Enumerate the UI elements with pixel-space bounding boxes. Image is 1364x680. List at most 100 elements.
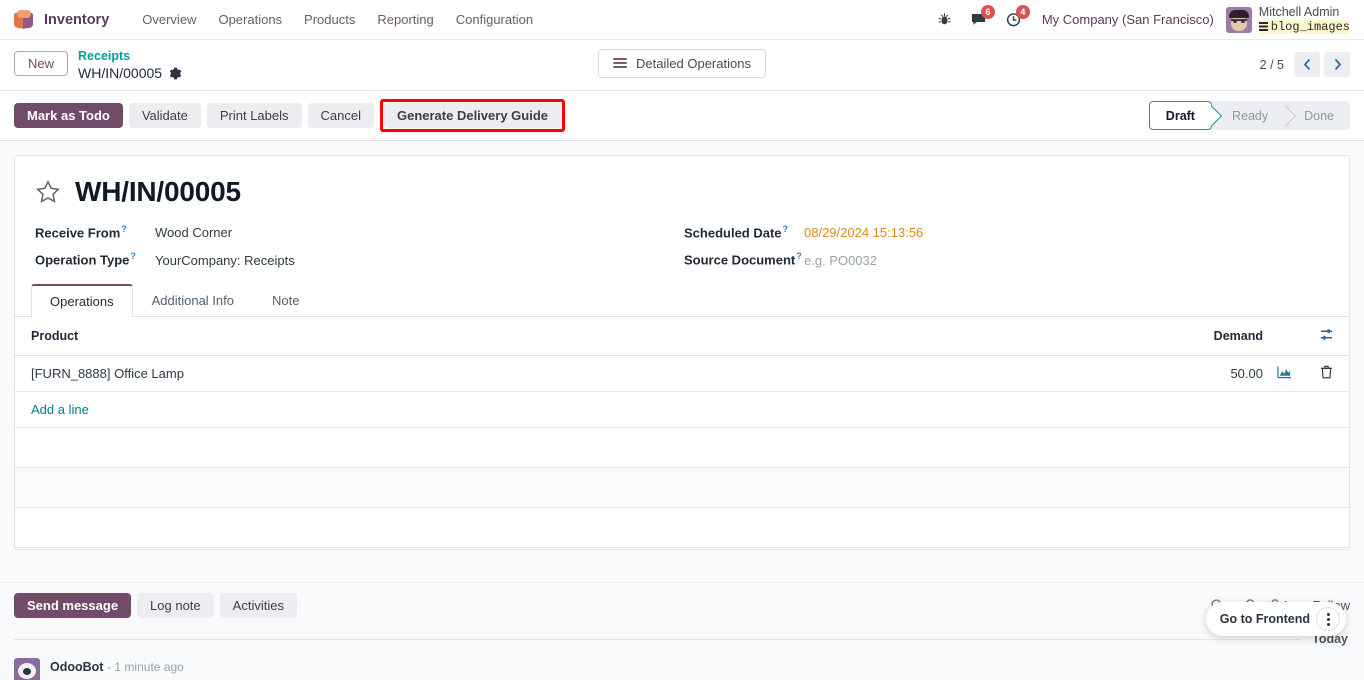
- cell-product[interactable]: [FURN_8888] Office Lamp: [15, 355, 897, 392]
- pager: 2 / 5: [1260, 46, 1350, 77]
- empty-row: [15, 428, 1349, 468]
- field-source-document: Source Document? e.g. PO0032: [684, 251, 1333, 267]
- pager-previous-button[interactable]: [1294, 52, 1320, 77]
- app-name[interactable]: Inventory: [44, 12, 109, 28]
- breadcrumb-current-label: WH/IN/00005: [78, 64, 163, 81]
- field-scheduled-date: Scheduled Date? 08/29/2024 15:13:56: [684, 224, 1333, 240]
- column-header-demand: Demand: [896, 316, 1269, 356]
- validate-button[interactable]: Validate: [128, 103, 201, 129]
- log-note-button[interactable]: Log note: [137, 593, 214, 619]
- user-menu[interactable]: Mitchell Admin blog_images: [1225, 4, 1354, 36]
- go-to-frontend-button[interactable]: Go to Frontend: [1220, 612, 1310, 626]
- odoobot-avatar: [14, 658, 40, 680]
- print-labels-button[interactable]: Print Labels: [206, 103, 302, 129]
- help-icon[interactable]: ?: [796, 251, 802, 261]
- chatter-message: OdooBot - 1 minute ago Transfer created: [14, 658, 1350, 680]
- new-button[interactable]: New: [14, 51, 69, 76]
- help-icon[interactable]: ?: [121, 224, 127, 234]
- cancel-button[interactable]: Cancel: [307, 103, 374, 129]
- status-bar: Draft Ready Done: [1148, 101, 1350, 131]
- database-name: blog_images: [1258, 19, 1350, 34]
- list-icon: [613, 58, 628, 68]
- field-label-source-document: Source Document?: [684, 251, 802, 268]
- bug-icon[interactable]: [929, 8, 960, 31]
- kebab-menu-icon[interactable]: [1316, 607, 1340, 631]
- pager-next-button[interactable]: [1324, 52, 1350, 77]
- field-label-scheduled-date: Scheduled Date?: [684, 224, 789, 241]
- field-value-receive-from[interactable]: Wood Corner: [155, 225, 232, 240]
- empty-row: [15, 508, 1349, 548]
- message-body: OdooBot - 1 minute ago Transfer created: [50, 658, 184, 680]
- tab-note[interactable]: Note: [253, 284, 318, 317]
- breadcrumb: Receipts WH/IN/00005: [78, 46, 182, 82]
- forecast-chart-icon[interactable]: [1269, 355, 1303, 392]
- mark-as-todo-button[interactable]: Mark as Todo: [14, 103, 123, 129]
- form-sheet-background: WH/IN/00005 Receive From? Wood Corner Sc…: [0, 141, 1364, 583]
- tab-additional-info[interactable]: Additional Info: [133, 284, 253, 317]
- nav-menu-overview[interactable]: Overview: [131, 6, 207, 33]
- chatter: Send message Log note Activities Today O…: [0, 582, 1364, 680]
- navbar-system-tray: 6 4 My Company (San Francisco) Mitchell …: [929, 4, 1354, 36]
- nav-menu-operations[interactable]: Operations: [207, 6, 293, 33]
- status-stage-draft[interactable]: Draft: [1148, 101, 1212, 131]
- operations-table: Product Demand [FURN_8888] Office Lamp 5…: [15, 316, 1349, 392]
- generate-delivery-guide-button[interactable]: Generate Delivery Guide: [383, 103, 561, 129]
- help-icon[interactable]: ?: [130, 251, 136, 261]
- field-value-operation-type[interactable]: YourCompany: Receipts: [155, 253, 295, 268]
- table-row[interactable]: [FURN_8888] Office Lamp 50.00: [15, 355, 1349, 392]
- table-header-row: Product Demand: [15, 316, 1349, 356]
- chevron-left-icon: [1303, 58, 1310, 71]
- cell-demand[interactable]: 50.00: [896, 355, 1269, 392]
- field-group: Receive From? Wood Corner Scheduled Date…: [35, 224, 1333, 268]
- message-author[interactable]: OdooBot: [50, 660, 103, 674]
- chatter-toolbar: Send message Log note Activities: [14, 593, 1350, 619]
- star-icon[interactable]: [35, 179, 61, 205]
- smart-buttons: Detailed Operations: [598, 48, 766, 78]
- nav-menu-reporting[interactable]: Reporting: [366, 6, 444, 33]
- nav-menu-configuration[interactable]: Configuration: [445, 6, 544, 33]
- messages-badge: 6: [980, 5, 995, 19]
- divider-line: [14, 638, 1301, 640]
- database-icon: [1258, 21, 1268, 31]
- record-title-row: WH/IN/00005: [35, 176, 1333, 208]
- column-header-product: Product: [15, 316, 897, 356]
- field-value-scheduled-date[interactable]: 08/29/2024 15:13:56: [804, 225, 923, 240]
- gear-icon[interactable]: [169, 67, 182, 80]
- database-label: blog_images: [1270, 19, 1350, 34]
- field-label-receive-from: Receive From?: [35, 224, 127, 241]
- field-operation-type: Operation Type? YourCompany: Receipts: [35, 251, 684, 267]
- forecast-icon-glyph: [1277, 366, 1292, 378]
- control-panel: New Receipts WH/IN/00005 Detailed Operat…: [0, 40, 1364, 92]
- app-root: Inventory Overview Operations Products R…: [0, 0, 1364, 680]
- form-sheet: WH/IN/00005 Receive From? Wood Corner Sc…: [14, 155, 1350, 551]
- notebook-tabs: Operations Additional Info Note: [15, 283, 1349, 317]
- delete-row-button[interactable]: [1303, 355, 1349, 392]
- go-to-frontend-widget: Go to Frontend: [1205, 602, 1346, 636]
- help-icon[interactable]: ?: [783, 224, 789, 234]
- avatar: [1225, 6, 1252, 33]
- send-message-button[interactable]: Send message: [14, 593, 132, 619]
- highlight-box: Generate Delivery Guide: [379, 99, 565, 133]
- field-value-source-document[interactable]: e.g. PO0032: [804, 253, 877, 268]
- chevron-right-icon: [1334, 58, 1341, 71]
- nav-menu-products[interactable]: Products: [293, 6, 366, 33]
- company-switcher[interactable]: My Company (San Francisco): [1032, 12, 1224, 27]
- status-stage-ready[interactable]: Ready: [1212, 101, 1284, 130]
- field-receive-from: Receive From? Wood Corner: [35, 224, 684, 240]
- user-name: Mitchell Admin: [1258, 4, 1340, 19]
- inventory-cube-icon: [14, 9, 34, 30]
- activities-clock-icon[interactable]: 4: [997, 5, 1030, 32]
- field-label-operation-type: Operation Type?: [35, 251, 136, 268]
- breadcrumb-parent-receipts[interactable]: Receipts: [78, 49, 182, 65]
- breadcrumb-current: WH/IN/00005: [78, 65, 182, 83]
- add-a-line-button[interactable]: Add a line: [15, 392, 1349, 428]
- column-settings-icon[interactable]: [1303, 316, 1349, 356]
- page-title: WH/IN/00005: [75, 176, 241, 208]
- tab-operations[interactable]: Operations: [31, 283, 133, 317]
- messages-icon[interactable]: 6: [962, 5, 995, 32]
- detailed-operations-button[interactable]: Detailed Operations: [598, 48, 766, 78]
- message-timestamp: - 1 minute ago: [107, 660, 184, 675]
- day-separator: Today: [14, 632, 1350, 646]
- activities-button[interactable]: Activities: [219, 593, 297, 619]
- top-navbar: Inventory Overview Operations Products R…: [0, 0, 1364, 40]
